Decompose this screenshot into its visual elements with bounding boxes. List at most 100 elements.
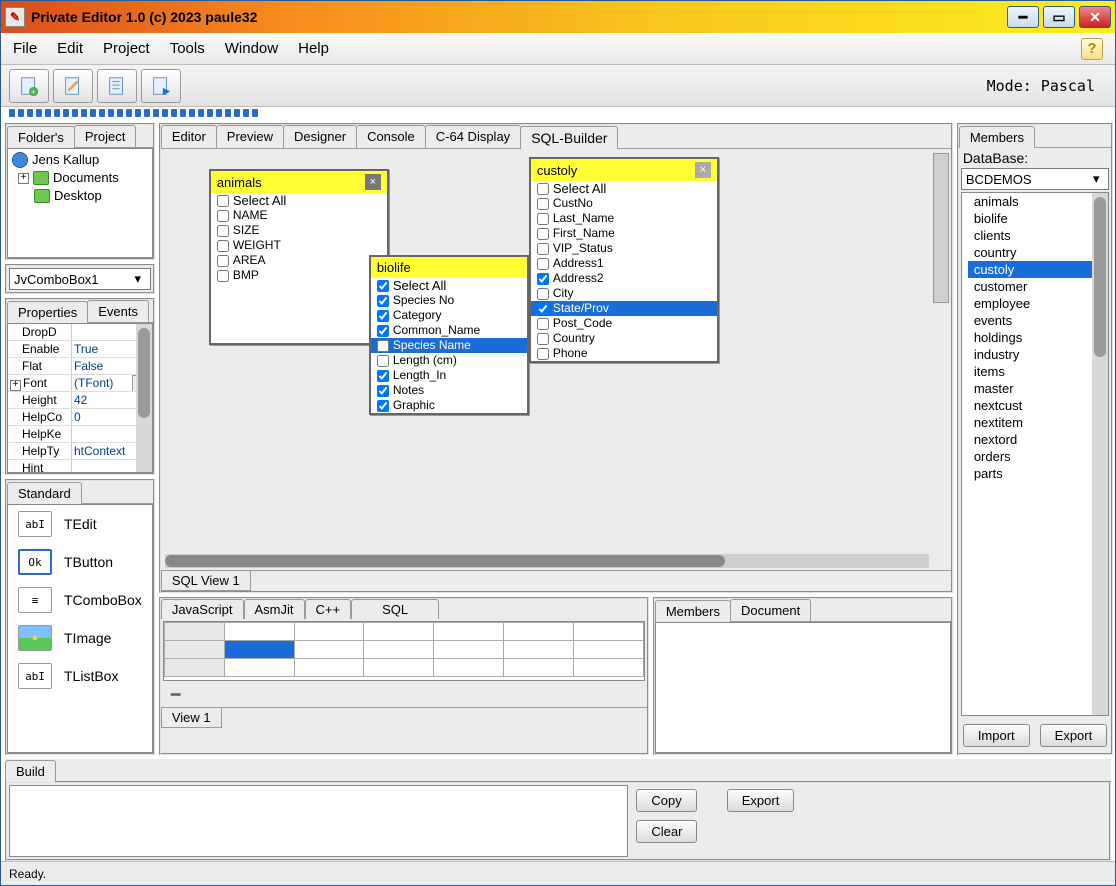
field-row[interactable]: Notes [371,383,527,398]
tree-desktop[interactable]: Desktop [54,187,102,205]
codetab-c++[interactable]: C++ [305,599,352,619]
selected-cell[interactable] [224,641,294,659]
row-header[interactable] [164,623,224,641]
scrollbar-horizontal[interactable] [165,554,929,568]
list-item[interactable]: nextitem [968,414,1102,431]
component-item[interactable]: ●TImage [8,619,152,657]
select-all-checkbox[interactable] [537,183,549,195]
tab-document[interactable]: Document [730,599,811,621]
tab-c-64-display[interactable]: C-64 Display [425,125,521,148]
row-header[interactable] [164,641,224,659]
list-item[interactable]: holdings [968,329,1102,346]
field-row[interactable]: VIP_Status [531,241,717,256]
field-row[interactable]: Graphic [371,398,527,413]
list-item[interactable]: custoly [968,261,1102,278]
field-row[interactable]: CustNo [531,196,717,211]
codetab-asmjit[interactable]: AsmJit [244,599,305,619]
tab-designer[interactable]: Designer [283,125,357,148]
close-icon[interactable]: × [365,174,381,190]
tree-docs[interactable]: Documents [53,169,119,187]
help-icon[interactable]: ? [1081,38,1103,60]
copy-button[interactable]: Copy [636,789,696,812]
field-row[interactable]: WEIGHT [211,238,387,253]
field-row[interactable]: Species No [371,293,527,308]
component-item[interactable]: OkTButton [8,543,152,581]
list-item[interactable]: clients [968,227,1102,244]
field-row[interactable]: Last_Name [531,211,717,226]
tab-project[interactable]: Project [74,125,136,147]
list-item[interactable]: customer [968,278,1102,295]
field-row[interactable]: Post_Code [531,316,717,331]
sql-grid[interactable] [163,621,645,681]
codetab-javascript[interactable]: JavaScript [161,599,244,619]
scrollbar[interactable] [1092,193,1108,715]
field-row[interactable]: Address2 [531,271,717,286]
tab-properties[interactable]: Properties [7,301,88,323]
component-item[interactable]: abITEdit [8,505,152,543]
menu-help[interactable]: Help [298,40,329,57]
tab-view[interactable]: View 1 [161,708,222,728]
list-item[interactable]: biolife [968,210,1102,227]
menu-tools[interactable]: Tools [170,40,205,57]
grid-handle[interactable]: ━ [161,683,647,707]
list-item[interactable]: animals [968,193,1102,210]
field-row[interactable]: State/Prov [531,301,717,316]
field-row[interactable]: Category [371,308,527,323]
codetab-sql[interactable]: SQL [351,599,439,619]
menu-file[interactable]: File [13,40,37,57]
component-list[interactable]: abITEditOkTButton≡TComboBox●TImageabITLi… [7,504,153,753]
toolbar-edit-button[interactable] [53,69,93,103]
close-icon[interactable]: × [695,162,711,178]
field-row[interactable]: BMP [211,268,387,283]
list-item[interactable]: country [968,244,1102,261]
export-button[interactable]: Export [1040,724,1108,747]
toolbar-doc-button[interactable] [97,69,137,103]
object-combo[interactable]: JvComboBox1 ▾ [9,268,151,290]
tab-sql-builder[interactable]: SQL-Builder [520,126,618,149]
tab-build[interactable]: Build [5,760,56,782]
maximize-button[interactable]: ▭ [1043,6,1075,28]
menu-window[interactable]: Window [225,40,278,57]
list-item[interactable]: events [968,312,1102,329]
table-biolife[interactable]: biolife Select All Species NoCategoryCom… [369,255,529,415]
table-animals[interactable]: animals× Select All NAMESIZEWEIGHTAREABM… [209,169,389,345]
list-item[interactable]: parts [968,465,1102,482]
tab-members-right[interactable]: Members [959,126,1035,148]
select-all-checkbox[interactable] [217,195,229,207]
export-output-button[interactable]: Export [727,789,795,812]
field-row[interactable]: Country [531,331,717,346]
toolbar-run-button[interactable] [141,69,181,103]
tables-listbox[interactable]: animalsbiolifeclientscountrycustolycusto… [961,192,1109,716]
toolbar-new-button[interactable]: + [9,69,49,103]
sql-builder-canvas[interactable]: animals× Select All NAMESIZEWEIGHTAREABM… [161,149,951,570]
import-button[interactable]: Import [963,724,1030,747]
field-row[interactable]: SIZE [211,223,387,238]
tree-root[interactable]: Jens Kallup [32,151,99,169]
list-item[interactable]: orders [968,448,1102,465]
output-area[interactable] [9,785,628,857]
field-row[interactable]: Phone [531,346,717,361]
component-item[interactable]: abITListBox [8,657,152,695]
list-item[interactable]: master [968,380,1102,397]
clear-button[interactable]: Clear [636,820,697,843]
tab-standard[interactable]: Standard [7,482,82,504]
component-item[interactable]: ≡TComboBox [8,581,152,619]
expand-icon[interactable]: + [18,173,29,184]
tab-events[interactable]: Events [87,300,149,322]
field-row[interactable]: Address1 [531,256,717,271]
list-item[interactable]: items [968,363,1102,380]
field-row[interactable]: AREA [211,253,387,268]
field-row[interactable]: City [531,286,717,301]
tab-members[interactable]: Members [655,600,731,622]
tab-sql-view[interactable]: SQL View 1 [161,571,251,591]
list-item[interactable]: nextcust [968,397,1102,414]
list-item[interactable]: employee [968,295,1102,312]
menu-edit[interactable]: Edit [57,40,83,57]
field-row[interactable]: Species Name [371,338,527,353]
minimize-button[interactable]: ━ [1007,6,1039,28]
select-all-checkbox[interactable] [377,280,389,292]
list-item[interactable]: industry [968,346,1102,363]
tab-console[interactable]: Console [356,125,426,148]
field-row[interactable]: Common_Name [371,323,527,338]
tab-editor[interactable]: Editor [161,125,217,148]
